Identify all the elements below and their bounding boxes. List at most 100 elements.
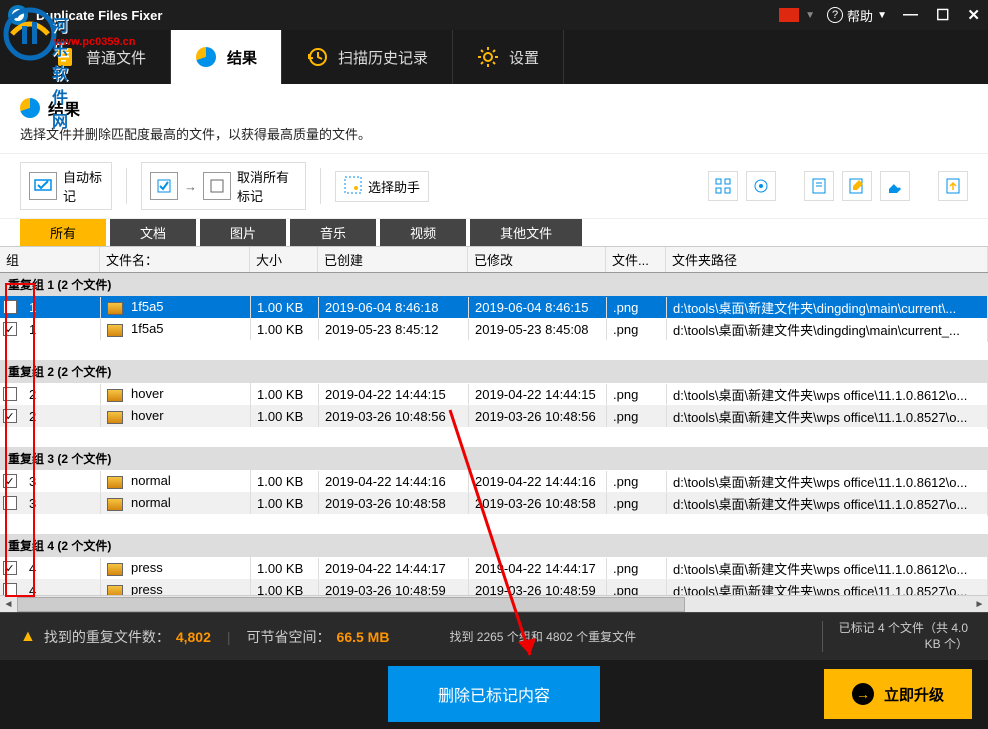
col-modified[interactable]: 已修改 bbox=[468, 247, 606, 272]
cell-filename: hover bbox=[101, 383, 251, 404]
cancel-all-marks-button[interactable]: → 取消所有标记 bbox=[141, 162, 306, 210]
cell-group: 1 bbox=[23, 297, 101, 318]
filter-tab-1[interactable]: 文档 bbox=[110, 219, 196, 246]
minimize-button[interactable]: — bbox=[903, 6, 918, 24]
filter-tab-4[interactable]: 视频 bbox=[380, 219, 466, 246]
dup-count-value: 4,802 bbox=[176, 629, 211, 645]
save-space-label: 可节省空间： bbox=[247, 627, 331, 647]
row-checkbox[interactable] bbox=[3, 496, 17, 510]
cell-group: 3 bbox=[23, 493, 101, 514]
cell-modified: 2019-04-22 14:44:16 bbox=[469, 471, 607, 492]
cell-ext: .png bbox=[607, 558, 667, 579]
export-button[interactable] bbox=[938, 171, 968, 201]
row-checkbox[interactable]: ✓ bbox=[3, 409, 17, 423]
col-group[interactable]: 组 bbox=[0, 247, 100, 272]
image-file-icon bbox=[107, 585, 123, 595]
tab-history[interactable]: 扫描历史记录 bbox=[282, 30, 453, 84]
row-checkbox[interactable] bbox=[3, 387, 17, 401]
cell-group: 2 bbox=[23, 384, 101, 405]
dup-count-label: 找到的重复文件数： bbox=[44, 627, 170, 647]
image-file-icon bbox=[107, 563, 123, 576]
tab-gear[interactable]: 设置 bbox=[453, 30, 564, 84]
group-header[interactable]: 重复组 4 (2 个文件) bbox=[0, 534, 988, 557]
col-path[interactable]: 文件夹路径 bbox=[666, 247, 988, 272]
cell-modified: 2019-04-22 14:44:17 bbox=[469, 558, 607, 579]
cell-modified: 2019-03-26 10:48:58 bbox=[469, 493, 607, 514]
cell-ext: .png bbox=[607, 580, 667, 596]
scroll-left-arrow[interactable]: ◄ bbox=[0, 596, 17, 613]
tab-pie[interactable]: 结果 bbox=[171, 30, 282, 84]
document-button[interactable] bbox=[804, 171, 834, 201]
edit-button[interactable] bbox=[842, 171, 872, 201]
cell-modified: 2019-04-22 14:44:15 bbox=[469, 384, 607, 405]
results-pie-icon bbox=[20, 98, 40, 118]
group-header[interactable]: 重复组 3 (2 个文件) bbox=[0, 447, 988, 470]
filter-tab-5[interactable]: 其他文件 bbox=[470, 219, 582, 246]
table-row[interactable]: 4press1.00 KB2019-03-26 10:48:592019-03-… bbox=[0, 579, 988, 595]
main-tabs: 普通文件结果扫描历史记录设置 bbox=[0, 30, 988, 84]
gear-icon bbox=[477, 46, 499, 68]
col-size[interactable]: 大小 bbox=[250, 247, 318, 272]
cell-path: d:\tools\桌面\新建文件夹\wps office\11.1.0.8527… bbox=[667, 491, 988, 516]
scroll-right-arrow[interactable]: ► bbox=[971, 596, 988, 613]
row-checkbox[interactable] bbox=[3, 300, 17, 314]
maximize-button[interactable]: ☐ bbox=[936, 6, 949, 24]
table-row[interactable]: ✓11f5a51.00 KB2019-05-23 8:45:122019-05-… bbox=[0, 318, 988, 340]
col-filename[interactable]: 文件名： bbox=[100, 247, 250, 272]
help-button[interactable]: ? 帮助 ▼ bbox=[827, 6, 887, 25]
empty-box-icon bbox=[203, 172, 231, 200]
table-row[interactable]: 11f5a51.00 KB2019-06-04 8:46:182019-06-0… bbox=[0, 296, 988, 318]
location-button[interactable] bbox=[746, 171, 776, 201]
cell-modified: 2019-05-23 8:45:08 bbox=[469, 319, 607, 340]
group-header[interactable]: 重复组 2 (2 个文件) bbox=[0, 360, 988, 383]
col-created[interactable]: 已创建 bbox=[318, 247, 468, 272]
window-controls: — ☐ ✕ bbox=[903, 6, 980, 24]
cell-path: d:\tools\桌面\新建文件夹\wps office\11.1.0.8527… bbox=[667, 404, 988, 429]
cell-created: 2019-06-04 8:46:18 bbox=[319, 297, 469, 318]
col-ext[interactable]: 文件... bbox=[606, 247, 666, 272]
cell-path: d:\tools\桌面\新建文件夹\dingding\main\current_… bbox=[667, 317, 988, 342]
table-row[interactable]: 2hover1.00 KB2019-04-22 14:44:152019-04-… bbox=[0, 383, 988, 405]
cell-ext: .png bbox=[607, 471, 667, 492]
cell-created: 2019-03-26 10:48:59 bbox=[319, 580, 469, 596]
cell-ext: .png bbox=[607, 297, 667, 318]
image-file-icon bbox=[107, 476, 123, 489]
warning-icon: ▲ bbox=[20, 628, 36, 646]
row-checkbox[interactable]: ✓ bbox=[3, 474, 17, 488]
table-row[interactable]: 3normal1.00 KB2019-03-26 10:48:582019-03… bbox=[0, 492, 988, 514]
horizontal-scrollbar[interactable]: ◄ ► bbox=[0, 595, 988, 612]
cell-path: d:\tools\桌面\新建文件夹\wps office\11.1.0.8527… bbox=[667, 578, 988, 596]
filter-tab-3[interactable]: 音乐 bbox=[290, 219, 376, 246]
upgrade-button[interactable]: → 立即升级 bbox=[824, 669, 972, 719]
table-row[interactable]: ✓3normal1.00 KB2019-04-22 14:44:162019-0… bbox=[0, 470, 988, 492]
close-button[interactable]: ✕ bbox=[967, 6, 980, 24]
cell-size: 1.00 KB bbox=[251, 319, 319, 340]
app-title: Duplicate Files Fixer bbox=[36, 8, 779, 23]
tab-file[interactable]: 普通文件 bbox=[0, 30, 171, 84]
pie-icon bbox=[195, 46, 217, 68]
delete-marked-button[interactable]: 删除已标记内容 bbox=[388, 666, 600, 722]
filter-tab-2[interactable]: 图片 bbox=[200, 219, 286, 246]
row-checkbox[interactable]: ✓ bbox=[3, 322, 17, 336]
cell-modified: 2019-06-04 8:46:15 bbox=[469, 297, 607, 318]
table-row[interactable]: ✓4press1.00 KB2019-04-22 14:44:172019-04… bbox=[0, 557, 988, 579]
select-helper-button[interactable]: 选择助手 bbox=[335, 171, 429, 202]
grid-view-button[interactable] bbox=[708, 171, 738, 201]
eraser-button[interactable] bbox=[880, 171, 910, 201]
row-checkbox[interactable]: ✓ bbox=[3, 561, 17, 575]
cell-modified: 2019-03-26 10:48:59 bbox=[469, 580, 607, 596]
status-bar: ▲ 找到的重复文件数： 4,802 | 可节省空间： 66.5 MB 找到 22… bbox=[0, 612, 988, 660]
cell-filename: 1f5a5 bbox=[101, 318, 251, 339]
table-row[interactable]: ✓2hover1.00 KB2019-03-26 10:48:562019-03… bbox=[0, 405, 988, 427]
group-header[interactable]: 重复组 1 (2 个文件) bbox=[0, 273, 988, 296]
cell-created: 2019-03-26 10:48:56 bbox=[319, 406, 469, 427]
auto-mark-button[interactable]: 自动标记 bbox=[20, 162, 112, 210]
results-subtitle: 选择文件并删除匹配度最高的文件，以获得最高质量的文件。 bbox=[20, 124, 968, 143]
table-body[interactable]: 重复组 1 (2 个文件)11f5a51.00 KB2019-06-04 8:4… bbox=[0, 273, 988, 595]
language-dropdown-arrow[interactable]: ▼ bbox=[805, 10, 815, 21]
cell-filename: normal bbox=[101, 492, 251, 513]
toolbar: 自动标记 → 取消所有标记 选择助手 bbox=[0, 153, 988, 219]
language-flag-icon[interactable] bbox=[779, 8, 799, 22]
row-checkbox[interactable] bbox=[3, 583, 17, 595]
filter-tab-0[interactable]: 所有 bbox=[20, 219, 106, 246]
